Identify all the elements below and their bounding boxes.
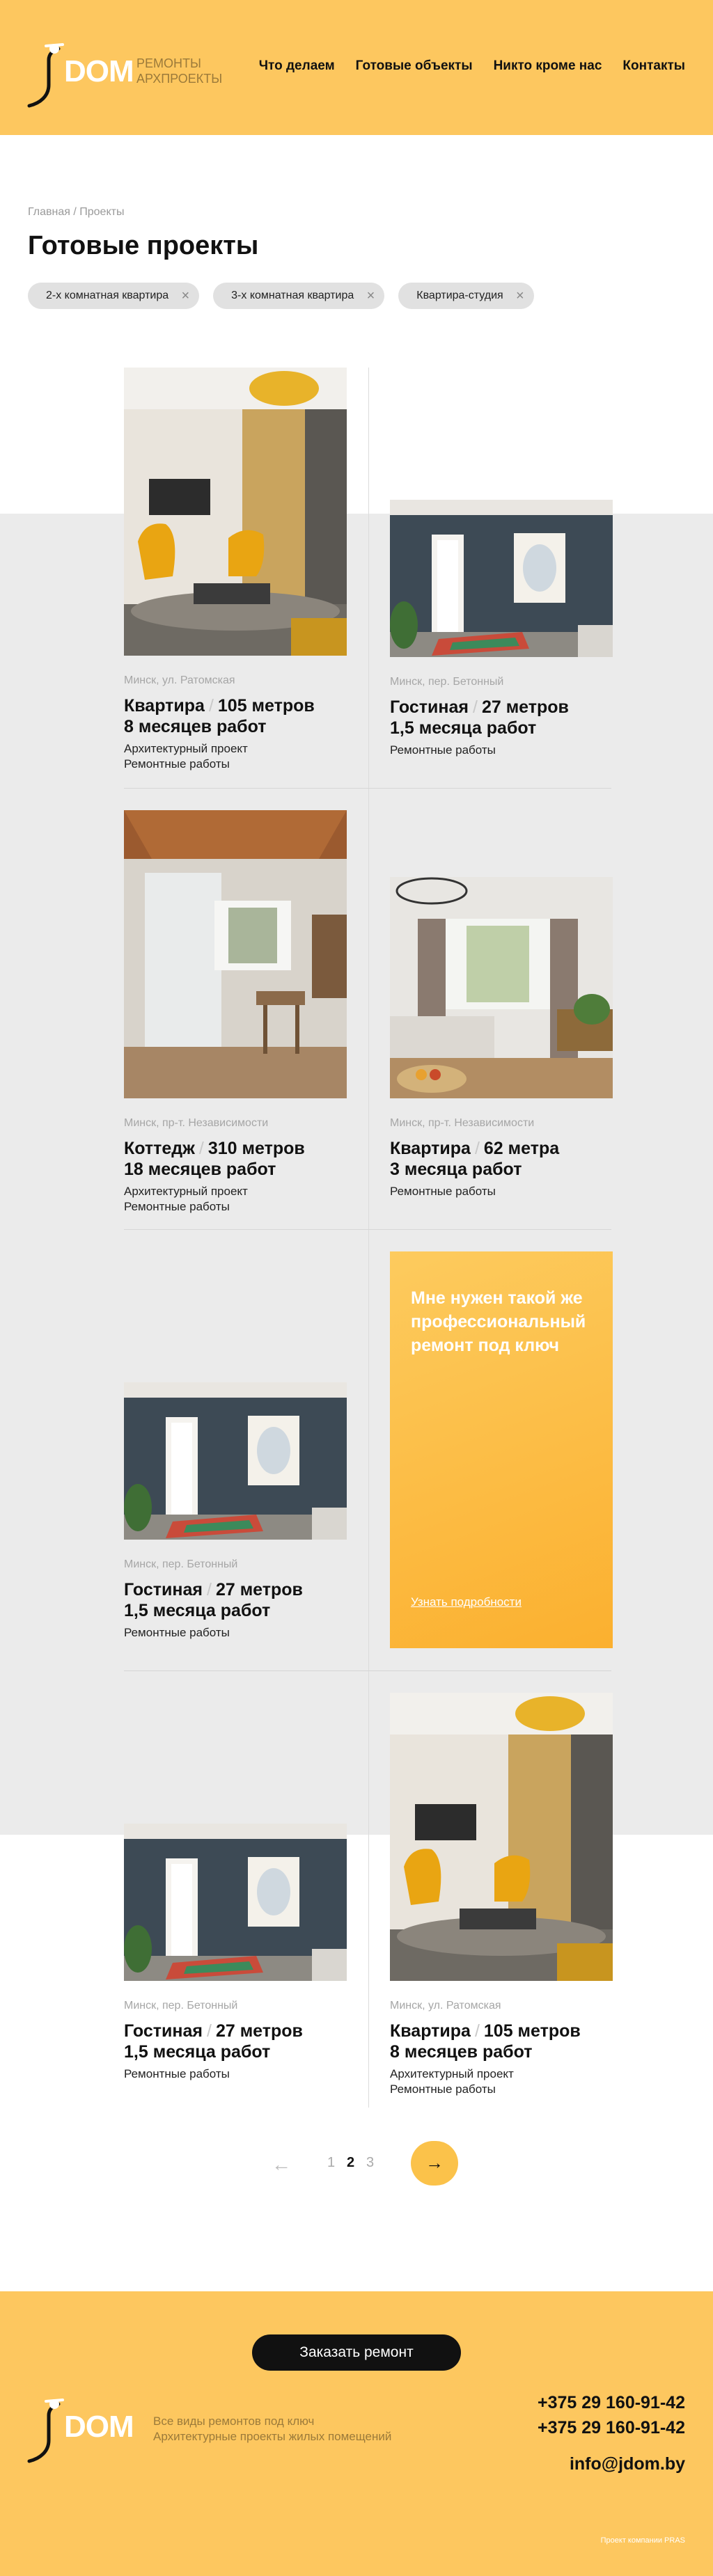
arrow-left-icon[interactable]: ← [272,2154,291,2176]
project-photo[interactable] [389,876,614,1101]
column-divider [368,368,369,2108]
project-title: Квартира/105 метров [390,2021,581,2041]
project-duration: 18 месяцев работ [124,1160,276,1179]
page-2[interactable]: 2 [347,2155,354,2171]
project-title: Квартира/105 метров [124,696,315,716]
project-card[interactable]: Минск, пер. Бетонный Гостиная/27 метров … [124,1382,347,1641]
close-icon[interactable]: × [181,283,189,309]
phone-link[interactable]: +375 29 160-91-42 [538,2393,685,2413]
site-footer: Заказать ремонт DOM Все виды ремонтов по… [0,2291,713,2576]
project-works: Ремонтные работы [390,1185,496,1198]
nav-what-we-do[interactable]: Что делаем [259,58,335,74]
filter-chip[interactable]: Квартира-студия × [398,283,534,309]
project-title: Квартира/62 метра [390,1139,560,1158]
project-works: Архитектурный проект Ремонтные работы [124,742,248,771]
project-location: Минск, пр-т. Независимости [124,1117,269,1129]
project-location: Минск, пер. Бетонный [124,1558,238,1570]
project-photo[interactable] [124,810,347,1098]
promo-block: Мне нужен такой же профессиональный ремо… [390,1251,613,1648]
project-card[interactable]: Минск, пр-т. Независимости Квартира/62 м… [389,876,614,1199]
project-works: Архитектурный проект Ремонтные работы [390,2067,514,2096]
promo-link[interactable]: Узнать подробности [411,1595,522,1609]
page-3[interactable]: 3 [366,2155,374,2171]
row-divider [124,1229,611,1230]
breadcrumb-separator: / [70,206,80,218]
project-photo[interactable] [124,368,347,656]
order-repair-button[interactable]: Заказать ремонт [252,2334,461,2371]
row-divider [124,1670,611,1671]
project-location: Минск, пер. Бетонный [390,676,504,688]
close-icon[interactable]: × [516,283,524,309]
credit-text: Проект компании PRAS [600,2536,685,2545]
project-photo[interactable] [124,1824,347,1981]
page-title: Готовые проекты [28,231,259,260]
breadcrumb: Главная / Проекты [28,206,124,219]
nav-ready-objects[interactable]: Готовые объекты [356,58,473,74]
logo-text: DOM [64,54,134,88]
project-card[interactable]: Минск, пр-т. Независимости Коттедж/310 м… [124,810,347,1215]
project-card[interactable]: Минск, пер. Бетонный Гостиная/27 метров … [390,500,613,758]
site-header: DOM РЕМОНТЫ АРХПРОЕКТЫ Что делаем Готовы… [0,0,713,135]
logo-tagline: РЕМОНТЫ АРХПРОЕКТЫ [136,56,223,86]
pagination: ← 1 2 3 → [272,2141,473,2186]
project-duration: 8 месяцев работ [124,717,267,736]
phone-link[interactable]: +375 29 160-91-42 [538,2418,685,2438]
project-duration: 1,5 месяца работ [124,2042,271,2062]
project-location: Минск, пр-т. Независимости [390,1117,535,1129]
email-link[interactable]: info@jdom.by [570,2454,685,2474]
project-photo[interactable] [390,500,613,657]
project-card[interactable]: Минск, ул. Ратомская Квартира/105 метров… [390,1693,613,2097]
project-duration: 1,5 месяца работ [390,718,537,738]
project-location: Минск, пер. Бетонный [124,2000,238,2012]
page-1[interactable]: 1 [327,2155,335,2171]
project-card[interactable]: Минск, ул. Ратомская Квартира/105 метров… [124,368,347,772]
filter-chips: 2-х комнатная квартира × 3-х комнатная кв… [28,283,534,309]
filter-chip[interactable]: 2-х комнатная квартира × [28,283,200,309]
logo-text: DOM [64,2410,134,2444]
project-location: Минск, ул. Ратомская [390,2000,501,2012]
nav-contacts[interactable]: Контакты [622,58,685,74]
promo-text: Мне нужен такой же профессиональный ремо… [411,1288,586,1355]
project-title: Гостиная/27 метров [124,2021,303,2041]
project-title: Гостиная/27 метров [124,1580,303,1599]
footer-tagline: Все виды ремонтов под ключ Архитектурные… [153,2415,392,2443]
arrow-right-icon[interactable]: → [411,2141,458,2186]
project-photo[interactable] [390,1693,613,1981]
project-duration: 8 месяцев работ [390,2042,533,2062]
project-works: Ремонтные работы [124,1626,230,1639]
logo[interactable]: DOM РЕМОНТЫ АРХПРОЕКТЫ [25,42,234,111]
project-duration: 3 месяца работ [390,1160,522,1179]
main-nav: Что делаем Готовые объекты Никто кроме н… [259,58,685,74]
project-card[interactable]: Минск, пер. Бетонный Гостиная/27 метров … [124,1824,347,2082]
breadcrumb-current: Проекты [79,206,125,218]
project-title: Коттедж/310 метров [124,1139,305,1158]
project-location: Минск, ул. Ратомская [124,674,235,686]
close-icon[interactable]: × [367,283,375,309]
project-works: Архитектурный проект Ремонтные работы [124,1185,248,1213]
nav-only-us[interactable]: Никто кроме нас [494,58,602,74]
project-title: Гостиная/27 метров [390,697,569,717]
filter-chip[interactable]: 3-х комнатная квартира × [213,283,385,309]
breadcrumb-home[interactable]: Главная [28,206,70,218]
project-photo[interactable] [124,1382,347,1540]
project-duration: 1,5 месяца работ [124,1601,271,1620]
project-works: Ремонтные работы [390,743,496,757]
project-works: Ремонтные работы [124,2067,230,2080]
row-divider [124,788,611,789]
